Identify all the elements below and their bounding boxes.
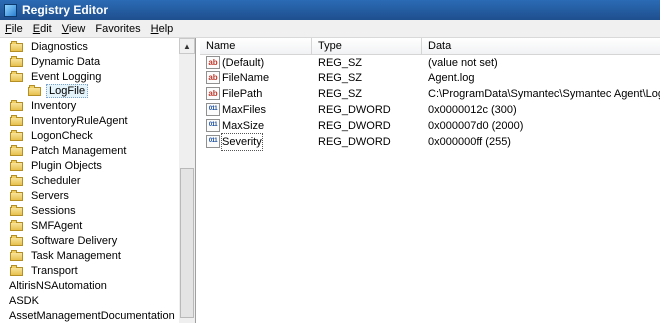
folder-icon [10, 100, 24, 111]
registry-value-row[interactable]: 011 MaxSize REG_DWORD 0x000007d0 (2000) [200, 118, 660, 134]
column-header-type[interactable]: Type [312, 38, 422, 54]
string-value-icon: ab [206, 71, 220, 84]
menu-file[interactable]: File [0, 23, 28, 35]
menu-bar: File Edit View Favorites Help [0, 20, 660, 38]
folder-icon [10, 235, 24, 246]
folder-icon [10, 220, 24, 231]
tree-item-diagnostics[interactable]: Diagnostics [10, 39, 91, 54]
registry-value-row[interactable]: ab FileName REG_SZ Agent.log [200, 70, 660, 86]
value-name: FilePath [222, 88, 263, 100]
window-title: Registry Editor [22, 3, 109, 17]
folder-icon [10, 205, 24, 216]
value-data: 0x000007d0 (2000) [428, 120, 524, 132]
value-data: 0x000000ff (255) [428, 136, 511, 148]
value-type: REG_SZ [318, 72, 363, 84]
title-bar: Registry Editor [0, 0, 660, 20]
folder-icon [10, 71, 24, 82]
tree-scrollbar[interactable]: ▲ [179, 38, 195, 323]
registry-editor-icon [4, 3, 17, 17]
tree-item-event-logging[interactable]: Event Logging [10, 69, 104, 84]
tree-item-altirisnsautomation[interactable]: AltirisNSAutomation [6, 278, 110, 293]
tree-item-asdk[interactable]: ASDK [6, 293, 42, 308]
dword-value-icon: 011 [206, 119, 220, 132]
column-header-name[interactable]: Name [200, 38, 312, 54]
value-type: REG_DWORD [318, 104, 391, 116]
value-name: (Default) [222, 57, 265, 69]
value-type: REG_SZ [318, 88, 363, 100]
value-name: FileName [222, 72, 270, 84]
tree-item-dynamic-data[interactable]: Dynamic Data [10, 54, 103, 69]
tree-item-software-delivery[interactable]: Software Delivery [10, 233, 120, 248]
registry-value-row[interactable]: 011 MaxFiles REG_DWORD 0x0000012c (300) [200, 102, 660, 118]
tree-item-sessions[interactable]: Sessions [10, 203, 79, 218]
menu-help[interactable]: Help [146, 23, 179, 35]
column-header-data[interactable]: Data [422, 38, 660, 54]
folder-icon [10, 175, 24, 186]
value-name: Severity [221, 133, 263, 151]
tree-item-scheduler[interactable]: Scheduler [10, 173, 84, 188]
value-data: 0x0000012c (300) [428, 104, 517, 116]
folder-icon [10, 115, 24, 126]
folder-icon [10, 265, 24, 276]
list-header: Name Type Data [200, 38, 660, 55]
folder-icon [10, 41, 24, 52]
registry-value-row[interactable]: ab FilePath REG_SZ C:\ProgramData\Symant… [200, 86, 660, 102]
tree-item-inventoryruleagent[interactable]: InventoryRuleAgent [10, 113, 131, 128]
menu-favorites[interactable]: Favorites [90, 23, 145, 35]
scrollbar-thumb[interactable] [180, 168, 194, 318]
tree-item-patch-management[interactable]: Patch Management [10, 143, 129, 158]
folder-icon [10, 160, 24, 171]
tree-item-plugin-objects[interactable]: Plugin Objects [10, 158, 105, 173]
folder-icon [10, 145, 24, 156]
folder-icon [10, 56, 24, 67]
value-data: C:\ProgramData\Symantec\Symantec Agent\L… [428, 88, 660, 100]
string-value-icon: ab [206, 87, 220, 100]
value-type: REG_DWORD [318, 136, 391, 148]
open-folder-icon [28, 85, 42, 96]
value-type: REG_SZ [318, 57, 363, 69]
value-name: MaxSize [222, 120, 265, 132]
value-type: REG_DWORD [318, 120, 391, 132]
registry-value-row[interactable]: 011 Severity REG_DWORD 0x000000ff (255) [200, 133, 660, 151]
dword-value-icon: 011 [206, 135, 220, 148]
tree-item-assetmanagementdocumentation[interactable]: AssetManagementDocumentation [6, 308, 178, 323]
dword-value-icon: 011 [206, 103, 220, 116]
tree-item-inventory[interactable]: Inventory [10, 98, 79, 113]
registry-tree[interactable]: Diagnostics Dynamic Data Event Logging L… [0, 38, 196, 323]
menu-edit[interactable]: Edit [28, 23, 57, 35]
folder-icon [10, 190, 24, 201]
string-value-icon: ab [206, 56, 220, 69]
folder-icon [10, 130, 24, 141]
tree-item-servers[interactable]: Servers [10, 188, 72, 203]
tree-item-logfile[interactable]: LogFile [28, 83, 89, 98]
value-name: MaxFiles [222, 104, 267, 116]
folder-icon [10, 250, 24, 261]
tree-item-transport[interactable]: Transport [10, 263, 81, 278]
value-data: (value not set) [428, 57, 498, 69]
menu-view[interactable]: View [57, 23, 91, 35]
tree-item-smfagent[interactable]: SMFAgent [10, 218, 85, 233]
tree-item-logoncheck[interactable]: LogonCheck [10, 128, 96, 143]
registry-value-row[interactable]: ab (Default) REG_SZ (value not set) [200, 55, 660, 71]
value-data: Agent.log [428, 72, 475, 84]
values-list[interactable]: Name Type Data ab (Default) REG_SZ (valu… [200, 38, 660, 323]
tree-item-task-management[interactable]: Task Management [10, 248, 124, 263]
scroll-up-arrow-icon[interactable]: ▲ [179, 38, 195, 54]
